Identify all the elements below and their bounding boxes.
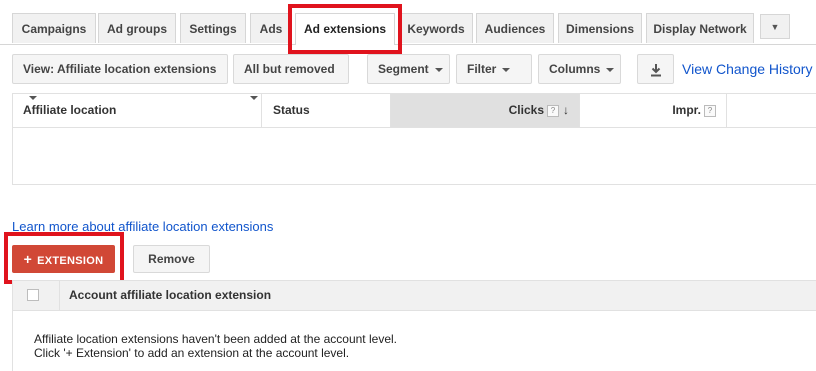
tab-campaigns[interactable]: Campaigns	[12, 13, 96, 43]
affiliate-location-table: Affiliate location Status Clicks? ↓ Impr.…	[12, 93, 816, 185]
column-label: Status	[273, 103, 310, 117]
view-change-history-link[interactable]: View Change History	[682, 61, 812, 77]
tab-ad-groups[interactable]: Ad groups	[98, 13, 176, 43]
status-filter-label: All but removed	[244, 62, 335, 76]
tab-ad-extensions[interactable]: Ad extensions	[295, 13, 395, 45]
column-header-impressions[interactable]: Impr.?	[580, 94, 727, 127]
help-icon[interactable]: ?	[704, 104, 716, 117]
remove-button[interactable]: Remove	[133, 245, 210, 273]
caret-down-icon	[606, 67, 615, 72]
segment-dropdown[interactable]: Segment	[367, 54, 450, 84]
view-dropdown-label: View: Affiliate location extensions	[23, 62, 217, 76]
tab-dimensions[interactable]: Dimensions	[558, 13, 642, 43]
column-header-status[interactable]: Status	[262, 94, 391, 127]
tab-settings[interactable]: Settings	[180, 13, 246, 43]
add-extension-label: EXTENSION	[37, 255, 104, 267]
column-header-account-affiliate-location[interactable]: Account affiliate location extension	[69, 281, 271, 310]
tab-keywords[interactable]: Keywords	[399, 13, 473, 43]
download-button[interactable]	[637, 54, 674, 84]
caret-down-icon	[434, 67, 443, 72]
help-icon[interactable]: ?	[547, 104, 559, 117]
account-extension-table-header: Account affiliate location extension	[12, 280, 816, 311]
column-header-affiliate-location[interactable]: Affiliate location	[13, 94, 262, 127]
filter-dropdown[interactable]: Filter	[456, 54, 532, 84]
column-label: Clicks	[508, 103, 544, 117]
empty-state-line-2: Click '+ Extension' to add an extension …	[34, 346, 350, 360]
download-icon	[650, 63, 661, 77]
view-dropdown[interactable]: View: Affiliate location extensions	[12, 54, 228, 100]
account-extension-table-body: Affiliate location extensions haven't be…	[12, 311, 816, 371]
tab-ads[interactable]: Ads	[250, 13, 292, 43]
chevron-down-icon: ▼	[770, 22, 780, 32]
tab-display-network[interactable]: Display Network	[646, 13, 754, 43]
more-tabs-button[interactable]: ▼	[760, 14, 790, 39]
column-label: Impr.	[672, 103, 701, 117]
tab-audiences[interactable]: Audiences	[476, 13, 554, 43]
column-label: Affiliate location	[23, 103, 117, 117]
select-all-checkbox[interactable]	[27, 289, 39, 301]
tab-bar: Campaigns Ad groups Settings Ads Ad exte…	[0, 0, 816, 45]
column-header-clicks[interactable]: Clicks? ↓	[391, 94, 580, 127]
caret-down-icon	[502, 67, 511, 72]
segment-label: Segment	[378, 62, 429, 76]
add-extension-button[interactable]: + EXTENSION	[12, 245, 115, 273]
table-header: Affiliate location Status Clicks? ↓ Impr.…	[13, 94, 816, 128]
columns-dropdown[interactable]: Columns	[538, 54, 621, 84]
empty-state-line-1: Affiliate location extensions haven't be…	[34, 332, 397, 346]
sort-descending-icon: ↓	[563, 103, 569, 117]
learn-more-link[interactable]: Learn more about affiliate location exte…	[12, 219, 273, 234]
empty-state-message: Affiliate location extensions haven't be…	[34, 332, 397, 360]
columns-label: Columns	[549, 62, 601, 76]
select-all-cell	[13, 281, 60, 310]
status-filter-dropdown[interactable]: All but removed	[233, 54, 349, 100]
plus-icon: +	[23, 251, 33, 267]
filter-label: Filter	[467, 62, 497, 76]
